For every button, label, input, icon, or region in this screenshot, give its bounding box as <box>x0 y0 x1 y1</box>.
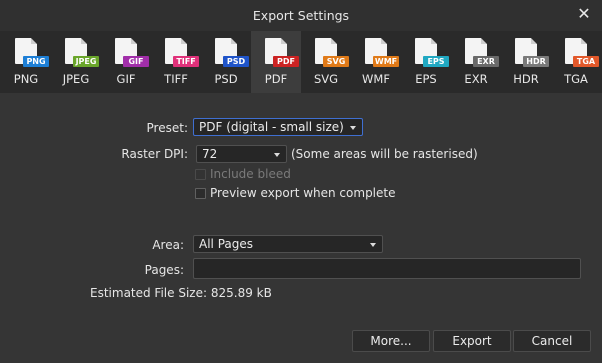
format-tab-pdf[interactable]: PDF PDF <box>251 31 301 93</box>
format-tab-eps[interactable]: EPS EPS <box>401 31 451 93</box>
png-file-icon: PNG <box>15 38 49 67</box>
format-tab-exr[interactable]: EXR EXR <box>451 31 501 93</box>
format-icon-tag: HDR <box>523 56 549 67</box>
svg-file-icon: SVG <box>315 38 349 67</box>
format-tab-wmf[interactable]: WMF WMF <box>351 31 401 93</box>
hdr-file-icon: HDR <box>515 38 549 67</box>
format-tab-gif[interactable]: GIF GIF <box>101 31 151 93</box>
format-icon-tag: EPS <box>423 56 449 67</box>
gif-file-icon: GIF <box>115 38 149 67</box>
include-bleed-checkbox[interactable] <box>195 169 206 180</box>
format-icon-tag: JPEG <box>73 56 99 67</box>
format-tab-label: TIFF <box>164 72 188 86</box>
file-size-label: Estimated File Size: <box>90 286 208 300</box>
tiff-file-icon: TIFF <box>165 38 199 67</box>
area-dropdown[interactable]: All Pages <box>193 235 383 253</box>
format-icon-tag: PSD <box>223 56 249 67</box>
preset-value: PDF (digital - small size) <box>199 120 344 134</box>
estimated-file-size: Estimated File Size: 825.89 kB <box>90 286 272 300</box>
format-icon-tag: TGA <box>573 56 599 67</box>
format-tab-label: TGA <box>564 72 588 86</box>
chevron-down-icon <box>370 243 376 247</box>
psd-file-icon: PSD <box>215 38 249 67</box>
jpeg-file-icon: JPEG <box>65 38 99 67</box>
format-tab-tiff[interactable]: TIFF TIFF <box>151 31 201 93</box>
format-icon-tag: EXR <box>473 56 499 67</box>
window-title: Export Settings <box>252 8 350 23</box>
format-tab-svg[interactable]: SVG SVG <box>301 31 351 93</box>
format-tab-label: PNG <box>13 72 39 86</box>
tga-file-icon: TGA <box>565 38 599 67</box>
export-button[interactable]: Export <box>433 330 511 352</box>
wmf-file-icon: WMF <box>365 38 399 67</box>
format-icon-tag: GIF <box>123 56 149 67</box>
format-toolbar: PNG PNG JPEG JPEG GIF GIF TIFF TIFF PSD PSD PDF PDF… <box>0 31 602 93</box>
preview-export-checkbox[interactable] <box>195 188 206 199</box>
format-tab-label: WMF <box>362 72 390 86</box>
chevron-down-icon <box>274 153 280 157</box>
raster-dpi-value: 72 <box>202 147 218 161</box>
close-icon[interactable]: ✕ <box>575 5 593 23</box>
file-size-value: 825.89 kB <box>210 286 272 300</box>
preset-label: Preset: <box>146 121 188 135</box>
raster-dpi-label: Raster DPI: <box>121 147 188 161</box>
pdf-file-icon: PDF <box>265 38 299 67</box>
format-icon-tag: SVG <box>323 56 349 67</box>
format-tab-label: PDF <box>264 72 288 86</box>
format-tab-png[interactable]: PNG PNG <box>1 31 51 93</box>
pages-input[interactable] <box>193 258 581 279</box>
chevron-down-icon <box>350 126 356 130</box>
format-tab-hdr[interactable]: HDR HDR <box>501 31 551 93</box>
format-tab-tga[interactable]: TGA TGA <box>551 31 601 93</box>
format-icon-tag: PNG <box>23 56 49 67</box>
eps-file-icon: EPS <box>415 38 449 67</box>
format-tab-label: GIF <box>116 72 136 86</box>
preview-export-label: Preview export when complete <box>210 186 396 200</box>
format-tab-label: EPS <box>415 72 437 86</box>
format-tab-label: PSD <box>214 72 238 86</box>
exr-file-icon: EXR <box>465 38 499 67</box>
pages-label: Pages: <box>144 263 184 277</box>
format-tab-label: SVG <box>313 72 339 86</box>
more-button[interactable]: More... <box>352 330 430 352</box>
raster-dpi-note: (Some areas will be rasterised) <box>291 147 478 161</box>
raster-dpi-dropdown[interactable]: 72 <box>196 145 287 163</box>
cancel-button[interactable]: Cancel <box>513 330 591 352</box>
include-bleed-label: Include bleed <box>210 167 291 181</box>
format-tab-label: JPEG <box>62 72 90 86</box>
title-bar: Export Settings ✕ <box>0 0 602 31</box>
format-tab-psd[interactable]: PSD PSD <box>201 31 251 93</box>
format-tab-jpeg[interactable]: JPEG JPEG <box>51 31 101 93</box>
format-icon-tag: PDF <box>273 56 299 67</box>
area-label: Area: <box>152 238 184 252</box>
format-icon-tag: TIFF <box>173 56 199 67</box>
area-value: All Pages <box>199 237 253 251</box>
format-icon-tag: WMF <box>373 56 399 67</box>
format-tab-label: HDR <box>513 72 539 86</box>
preset-dropdown[interactable]: PDF (digital - small size) <box>193 118 363 136</box>
format-tab-label: EXR <box>464 72 488 86</box>
